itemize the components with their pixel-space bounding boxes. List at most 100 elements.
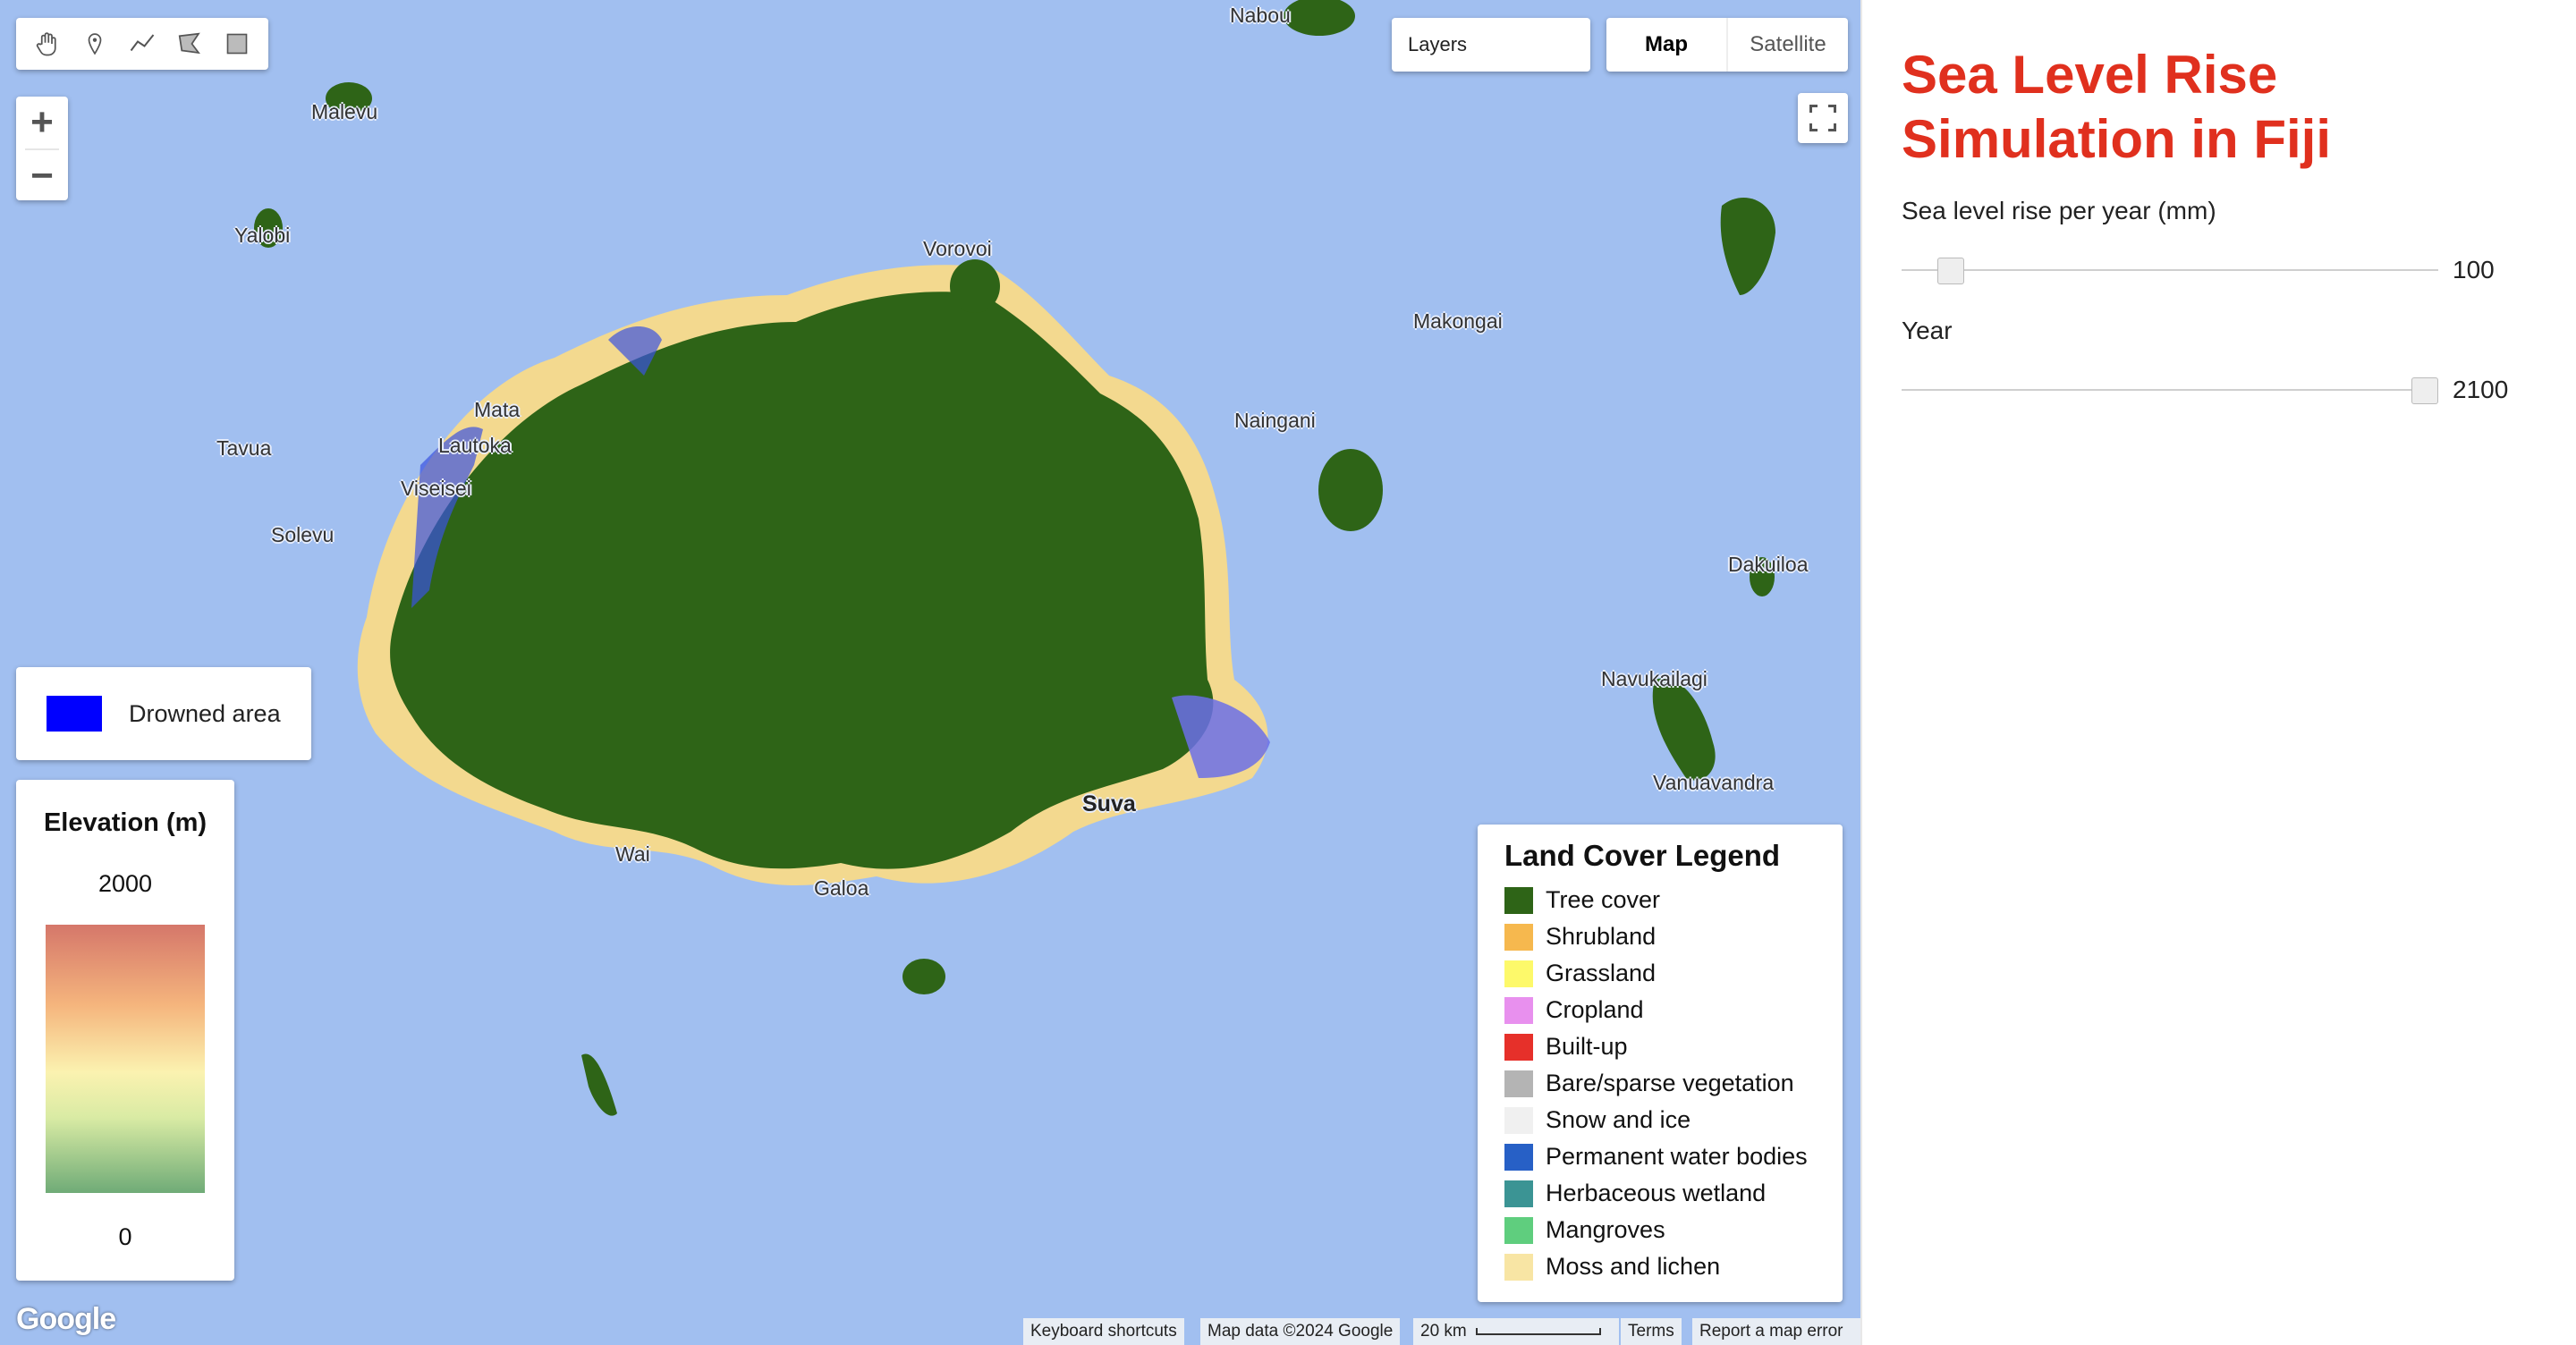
line-icon[interactable]	[122, 23, 163, 64]
zoom-out-button[interactable]: −	[16, 150, 68, 202]
island-vorovoi	[950, 259, 1000, 313]
land-cover-item: Mangroves	[1504, 1212, 1843, 1248]
land-cover-item: Cropland	[1504, 992, 1843, 1028]
land-cover-item: Built-up	[1504, 1028, 1843, 1065]
marker-icon[interactable]	[74, 23, 115, 64]
elevation-title: Elevation (m)	[43, 808, 208, 837]
map-type-satellite-button[interactable]: Satellite	[1726, 18, 1848, 72]
scale-line	[1475, 1328, 1601, 1335]
place-label: Viseisei	[401, 477, 471, 500]
place-label: Vanuavandra	[1653, 771, 1775, 794]
land-cover-swatch	[1504, 923, 1533, 951]
island-northeast	[1720, 198, 1775, 295]
island-nabou	[1284, 0, 1355, 36]
place-label: Mata	[474, 398, 521, 421]
land-cover-label: Moss and lichen	[1546, 1253, 1721, 1280]
land-cover-swatch	[1504, 1216, 1533, 1244]
rectangle-icon[interactable]	[216, 23, 258, 64]
place-label: Nabou	[1230, 4, 1291, 27]
land-cover-label: Grassland	[1546, 960, 1657, 986]
land-cover-swatch	[1504, 1033, 1533, 1061]
land-cover-swatch	[1504, 886, 1533, 914]
rise-value: 100	[2453, 256, 2495, 283]
land-cover-item: Permanent water bodies	[1504, 1138, 1843, 1175]
land-cover-item: Grassland	[1504, 955, 1843, 992]
land-cover-label: Herbaceous wetland	[1546, 1180, 1767, 1206]
place-label: Wai	[615, 842, 650, 866]
island-east	[1652, 678, 1716, 781]
land-cover-label: Bare/sparse vegetation	[1546, 1070, 1794, 1096]
place-label: Lautoka	[438, 434, 512, 457]
land-cover-label: Mangroves	[1546, 1216, 1665, 1243]
land-cover-item: Herbaceous wetland	[1504, 1175, 1843, 1212]
elevation-gradient	[46, 925, 205, 1193]
year-slider[interactable]	[1902, 372, 2438, 408]
land-cover-item: Moss and lichen	[1504, 1248, 1843, 1285]
land-cover-swatch	[1504, 1070, 1533, 1097]
land-cover-swatch	[1504, 1253, 1533, 1281]
place-label: Suva	[1082, 791, 1136, 816]
elevation-legend: Elevation (m) 2000 0	[16, 780, 234, 1281]
rise-slider-track	[1902, 269, 2438, 271]
rise-label: Sea level rise per year (mm)	[1902, 197, 2216, 224]
place-label: Malevu	[311, 100, 378, 123]
zoom-control: + −	[16, 97, 68, 200]
place-label: Navukailagi	[1601, 667, 1707, 690]
keyboard-shortcuts-link[interactable]: Keyboard shortcuts	[1023, 1318, 1184, 1345]
year-slider-thumb[interactable]	[2411, 377, 2438, 404]
island-ovalau	[1318, 449, 1383, 531]
map-data-attribution: Map data ©2024 Google	[1200, 1318, 1401, 1345]
control-panel: Sea Level Rise Simulation in Fiji Sea le…	[1860, 0, 2576, 1345]
map-type-map-button[interactable]: Map	[1606, 18, 1726, 72]
place-label: Dakuiloa	[1728, 553, 1809, 576]
land-cover-label: Built-up	[1546, 1033, 1628, 1060]
place-label: Tavua	[216, 436, 272, 460]
place-label: Naingani	[1234, 409, 1316, 432]
fullscreen-icon	[1809, 105, 1836, 131]
land-cover-swatch	[1504, 996, 1533, 1024]
report-map-error-link[interactable]: Report a map error	[1692, 1318, 1860, 1345]
land-cover-item: Bare/sparse vegetation	[1504, 1065, 1843, 1102]
polygon-icon[interactable]	[169, 23, 210, 64]
scale-bar[interactable]: 20 km	[1413, 1318, 1619, 1345]
place-label: Yalobi	[234, 224, 291, 247]
hand-icon[interactable]	[27, 23, 68, 64]
land-cover-item: Shrubland	[1504, 918, 1843, 955]
drawing-toolbar	[16, 18, 268, 70]
year-label: Year	[1902, 317, 1953, 344]
fullscreen-button[interactable]	[1798, 93, 1848, 143]
elevation-max: 2000	[97, 870, 153, 897]
layers-dropdown[interactable]: Layers	[1392, 18, 1590, 72]
land-cover-swatch	[1504, 1143, 1533, 1171]
year-value: 2100	[2453, 376, 2509, 403]
land-cover-label: Snow and ice	[1546, 1106, 1691, 1133]
land-cover-swatch	[1504, 960, 1533, 987]
scale-label: 20 km	[1420, 1322, 1467, 1341]
place-label: Galoa	[814, 876, 869, 900]
google-logo: Google	[16, 1302, 116, 1336]
land-cover-item: Snow and ice	[1504, 1102, 1843, 1138]
page-title: Sea Level Rise Simulation in Fiji	[1902, 45, 2331, 169]
map-type-control: Map Satellite	[1606, 18, 1848, 72]
zoom-in-button[interactable]: +	[16, 97, 68, 148]
land-cover-label: Cropland	[1546, 996, 1644, 1023]
terms-link[interactable]: Terms	[1621, 1318, 1682, 1345]
place-label: Vorovoi	[923, 237, 992, 260]
rise-slider-thumb[interactable]	[1937, 258, 1964, 284]
place-label: Makongai	[1413, 309, 1503, 333]
land-cover-legend: Land Cover Legend Tree cover Shrubland Gra…	[1478, 825, 1843, 1302]
rise-slider[interactable]	[1902, 252, 2438, 288]
land-cover-label: Tree cover	[1546, 886, 1661, 913]
map-canvas[interactable]: + − Layers Map Satellite Nabou Malevu Ya…	[0, 0, 1860, 1345]
place-label: Solevu	[271, 523, 335, 546]
land-cover-label: Shrubland	[1546, 923, 1657, 950]
drowned-area-legend: Drowned area	[16, 667, 311, 760]
land-cover-label: Permanent water bodies	[1546, 1143, 1808, 1170]
land-cover-title: Land Cover Legend	[1504, 839, 1781, 872]
drowned-area-label: Drowned area	[129, 699, 281, 727]
elevation-min: 0	[118, 1223, 132, 1250]
land-cover-swatch	[1504, 1180, 1533, 1207]
year-slider-track	[1902, 389, 2438, 391]
land-cover-swatch	[1504, 1106, 1533, 1134]
island-south	[902, 959, 945, 994]
